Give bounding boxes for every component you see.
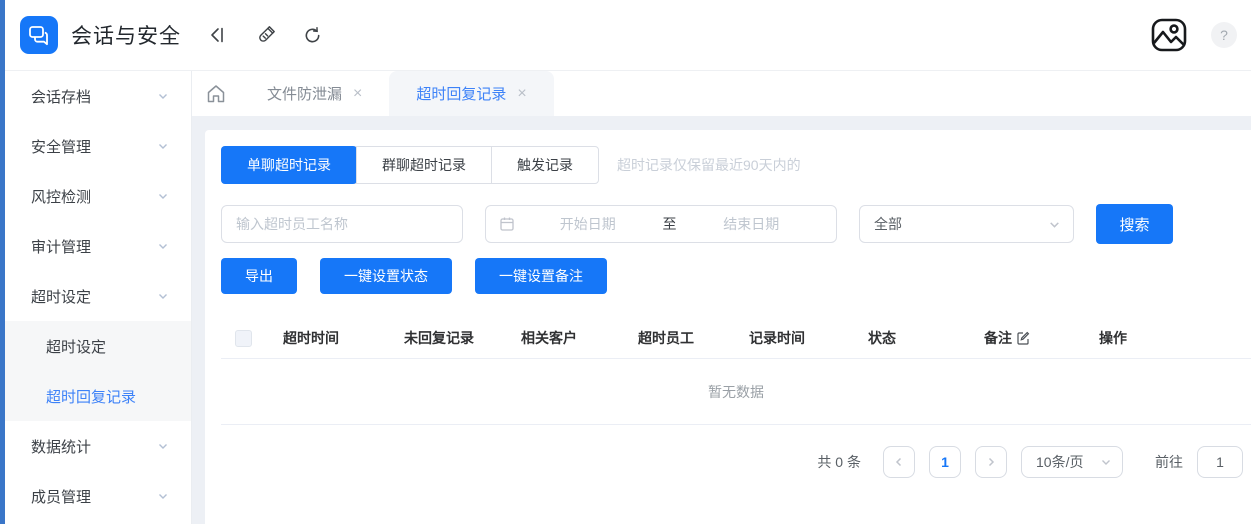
goto-label: 前往	[1155, 454, 1183, 470]
sidebar-item-label: 数据统计	[31, 438, 92, 456]
col-remark-label: 备注	[984, 330, 1012, 346]
sidebar-item-risk-detect[interactable]: 风控检测	[5, 171, 191, 221]
empty-text: 暂无数据	[708, 383, 764, 400]
total-count: 共 0 条	[817, 454, 861, 470]
tab-group-chat-timeout[interactable]: 群聊超时记录	[356, 147, 491, 183]
chevron-down-icon	[157, 90, 169, 102]
chevron-down-icon	[1048, 218, 1061, 231]
sidebar-submenu-timeout: 超时设定 超时回复记录	[5, 321, 191, 421]
calendar-icon	[500, 217, 514, 231]
chevron-down-icon	[157, 290, 169, 302]
status-select[interactable]: 全部	[859, 205, 1074, 243]
sidebar-item-label: 风控检测	[31, 188, 92, 206]
sidebar-subitem-label: 超时设定	[46, 338, 107, 356]
chevron-right-icon	[988, 457, 995, 467]
record-type-tabs: 单聊超时记录 群聊超时记录 触发记录	[221, 146, 599, 184]
employee-name-input[interactable]	[221, 205, 463, 243]
sidebar-item-label: 安全管理	[31, 138, 92, 156]
sidebar-item-label: 成员管理	[31, 488, 92, 506]
chevron-down-icon	[157, 240, 169, 252]
chat-bubbles-icon	[29, 26, 48, 46]
edit-icon[interactable]	[1016, 331, 1030, 345]
left-accent-strip	[0, 0, 5, 524]
chevron-down-icon	[157, 140, 169, 152]
sidebar-item-security-mgmt[interactable]: 安全管理	[5, 121, 191, 171]
sidebar-item-data-statistics[interactable]: 数据统计	[5, 421, 191, 471]
col-unreplied-record: 未回复记录	[404, 330, 474, 346]
tab-label: 超时回复记录	[416, 86, 507, 103]
tab-single-chat-timeout[interactable]: 单聊超时记录	[221, 146, 357, 184]
col-status: 状态	[868, 330, 896, 346]
tab-timeout-reply-records[interactable]: 超时回复记录 ×	[389, 71, 554, 116]
chevron-left-icon	[895, 457, 902, 467]
sidebar-subitem-label: 超时回复记录	[46, 388, 137, 406]
date-separator: 至	[662, 216, 677, 232]
chevron-down-icon	[157, 440, 169, 452]
empty-state: 暂无数据	[221, 359, 1251, 425]
sidebar-subitem-timeout-setting[interactable]: 超时设定	[5, 321, 191, 371]
chevron-down-icon	[157, 190, 169, 202]
page-size-select[interactable]: 10条/页	[1021, 446, 1123, 478]
search-button[interactable]: 搜索	[1096, 204, 1173, 244]
pagination: 共 0 条 1 10条/页 前往	[221, 446, 1251, 478]
clear-cache-brush-icon[interactable]	[255, 25, 276, 46]
goto-page-input[interactable]	[1197, 446, 1243, 478]
sidebar-item-timeout-setting[interactable]: 超时设定	[5, 271, 191, 321]
sidebar-item-audit-mgmt[interactable]: 审计管理	[5, 221, 191, 271]
sidebar-item-label: 审计管理	[31, 238, 92, 256]
select-all-checkbox[interactable]	[235, 329, 252, 347]
retention-note: 超时记录仅保留最近90天内的	[617, 157, 801, 173]
col-timeout-time: 超时时间	[283, 330, 339, 346]
batch-set-status-button[interactable]: 一键设置状态	[320, 258, 452, 294]
filter-row: 开始日期 至 结束日期 全部 搜索	[221, 204, 1251, 244]
end-date-placeholder[interactable]: 结束日期	[679, 214, 825, 234]
tab-label: 文件防泄漏	[267, 86, 343, 103]
home-icon	[207, 84, 225, 102]
col-record-time: 记录时间	[749, 330, 805, 346]
top-header: 会话与安全 ?	[5, 0, 1251, 71]
prev-page-button[interactable]	[883, 446, 915, 478]
col-timeout-employee: 超时员工	[638, 330, 694, 346]
sidebar-subitem-timeout-reply-records[interactable]: 超时回复记录	[5, 371, 191, 421]
records-table: 超时时间 未回复记录 相关客户 超时员工 记录时间 状态 备注 操作 暂无数据	[221, 318, 1251, 425]
content-area: 单聊超时记录 群聊超时记录 触发记录 超时记录仅保留最近90天内的 开始日期 至…	[192, 116, 1251, 524]
refresh-icon[interactable]	[303, 26, 322, 45]
app-logo	[20, 16, 58, 54]
status-select-value: 全部	[874, 216, 902, 232]
header-right: ?	[1149, 16, 1237, 54]
image-placeholder-icon[interactable]	[1149, 16, 1189, 54]
batch-set-remark-button[interactable]: 一键设置备注	[475, 258, 607, 294]
chevron-down-icon	[1100, 456, 1112, 468]
action-row: 导出 一键设置状态 一键设置备注	[221, 258, 1251, 294]
col-related-customer: 相关客户	[521, 330, 577, 346]
sidebar-item-label: 会话存档	[31, 88, 92, 106]
table-header-row: 超时时间 未回复记录 相关客户 超时员工 记录时间 状态 备注 操作	[221, 318, 1251, 359]
help-icon[interactable]: ?	[1211, 22, 1237, 48]
collapse-sidebar-icon[interactable]	[208, 25, 228, 45]
page-title: 会话与安全	[71, 25, 181, 48]
col-operation: 操作	[1099, 330, 1127, 346]
close-icon[interactable]: ×	[517, 85, 526, 102]
next-page-button[interactable]	[975, 446, 1007, 478]
close-icon[interactable]: ×	[353, 85, 362, 102]
date-range-picker[interactable]: 开始日期 至 结束日期	[485, 205, 837, 243]
sidebar-item-session-archive[interactable]: 会话存档	[5, 71, 191, 121]
sidebar-item-member-mgmt[interactable]: 成员管理	[5, 471, 191, 521]
sidebar: 会话存档 安全管理 风控检测 审计管理 超时设定 超时设定 超时回复记录 数据统…	[5, 71, 192, 524]
tab-trigger-records[interactable]: 触发记录	[491, 147, 598, 183]
current-page-button[interactable]: 1	[929, 446, 961, 478]
page-tab-bar: 文件防泄漏 × 超时回复记录 ×	[192, 71, 1251, 116]
page-size-value: 10条/页	[1036, 454, 1084, 470]
page: 会话与安全 ? 会话存档 安全管理 风控检测 审计管理 超时设定 超时设定 超时…	[0, 0, 1251, 524]
chevron-down-icon	[157, 490, 169, 502]
start-date-placeholder[interactable]: 开始日期	[515, 214, 661, 234]
main-card: 单聊超时记录 群聊超时记录 触发记录 超时记录仅保留最近90天内的 开始日期 至…	[205, 130, 1251, 524]
select-all-cell	[221, 329, 283, 347]
tab-file-leak-prevention[interactable]: 文件防泄漏 ×	[240, 71, 389, 116]
home-tab[interactable]	[192, 71, 240, 116]
export-button[interactable]: 导出	[221, 258, 297, 294]
record-type-row: 单聊超时记录 群聊超时记录 触发记录 超时记录仅保留最近90天内的	[221, 146, 1251, 184]
sidebar-item-label: 超时设定	[31, 288, 92, 306]
col-remark: 备注	[984, 328, 1099, 348]
